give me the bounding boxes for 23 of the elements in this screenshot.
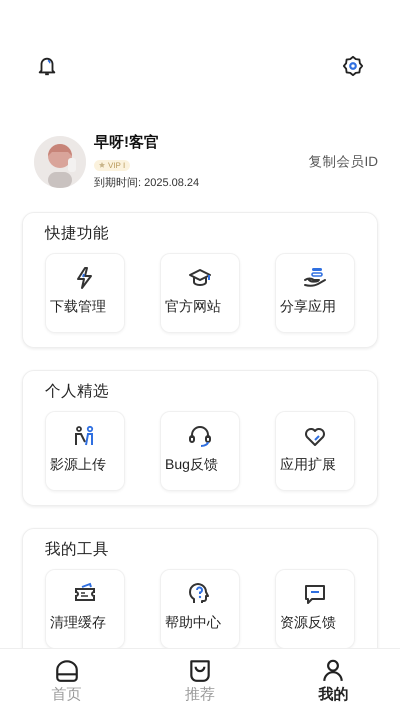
expiry-date: 到期时间: 2025.08.24: [94, 176, 200, 190]
feature-tile[interactable]: 应用扩展: [275, 411, 355, 491]
settings-icon[interactable]: [342, 54, 364, 78]
feature-tile[interactable]: 下载管理: [45, 253, 125, 333]
section-title: 个人精选: [45, 382, 110, 402]
avatar[interactable]: [34, 136, 86, 188]
copy-member-id-link[interactable]: 复制会员ID: [308, 152, 378, 172]
headset-icon: [188, 424, 212, 448]
tab[interactable]: 我的: [266, 649, 400, 711]
vip-badge: VIP I: [94, 160, 130, 171]
help-icon: [188, 582, 212, 606]
message-icon: [303, 582, 327, 606]
user-name: 早呀!客官: [94, 134, 160, 152]
feature-tile[interactable]: 帮助中心: [160, 569, 240, 649]
feature-tile[interactable]: Bug反馈: [160, 411, 240, 491]
section-title: 我的工具: [45, 540, 110, 560]
feature-tile[interactable]: 清理缓存: [45, 569, 125, 649]
feature-tile[interactable]: 分享应用: [275, 253, 355, 333]
star-icon: [99, 162, 105, 168]
feature-tile[interactable]: 资源反馈: [275, 569, 355, 649]
section-title: 快捷功能: [45, 224, 110, 244]
feature-tile[interactable]: 官方网站: [160, 253, 240, 333]
feature-tile[interactable]: 影源上传: [45, 411, 125, 491]
